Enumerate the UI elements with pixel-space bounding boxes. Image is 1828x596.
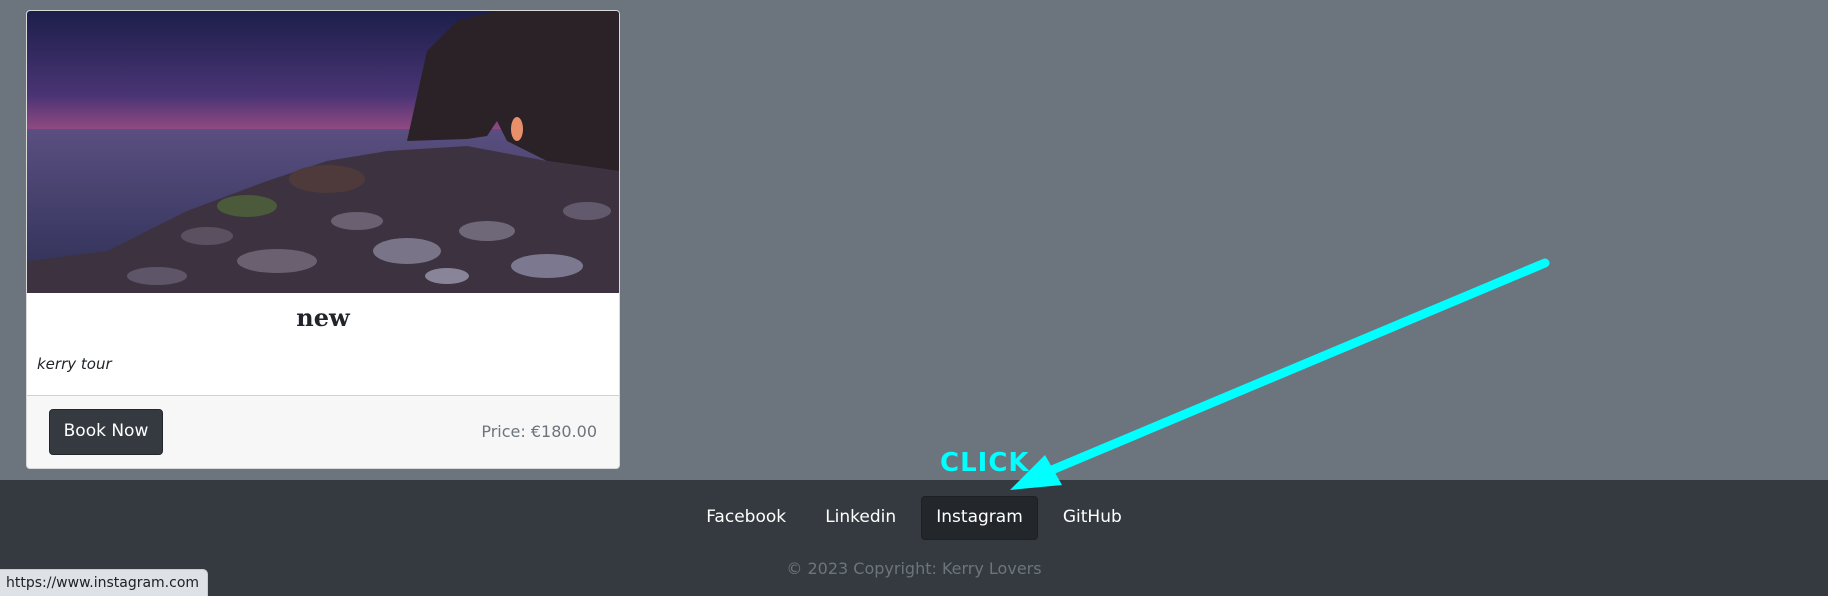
main-content: new kerry tour Book Now Price: €180.00 — [0, 0, 1828, 480]
card-description: kerry tour — [37, 355, 112, 373]
linkedin-link[interactable]: Linkedin — [811, 496, 910, 538]
github-link[interactable]: GitHub — [1049, 496, 1136, 538]
click-annotation-label: CLICK — [940, 448, 1030, 478]
card-title: new — [296, 303, 350, 332]
social-links: Facebook Linkedin Instagram GitHub — [0, 496, 1828, 540]
instagram-link[interactable]: Instagram — [921, 496, 1038, 540]
book-now-button[interactable]: Book Now — [49, 409, 163, 455]
status-bar-url: https://www.instagram.com — [0, 569, 209, 596]
copyright-text: © 2023 Copyright: Kerry Lovers — [786, 559, 1042, 578]
tour-card: new kerry tour Book Now Price: €180.00 — [26, 10, 620, 469]
card-footer: Book Now Price: €180.00 — [27, 395, 619, 468]
tour-image — [27, 11, 619, 293]
page-footer: Facebook Linkedin Instagram GitHub © 202… — [0, 480, 1828, 596]
facebook-link[interactable]: Facebook — [692, 496, 800, 538]
price-label: Price: €180.00 — [481, 422, 597, 441]
